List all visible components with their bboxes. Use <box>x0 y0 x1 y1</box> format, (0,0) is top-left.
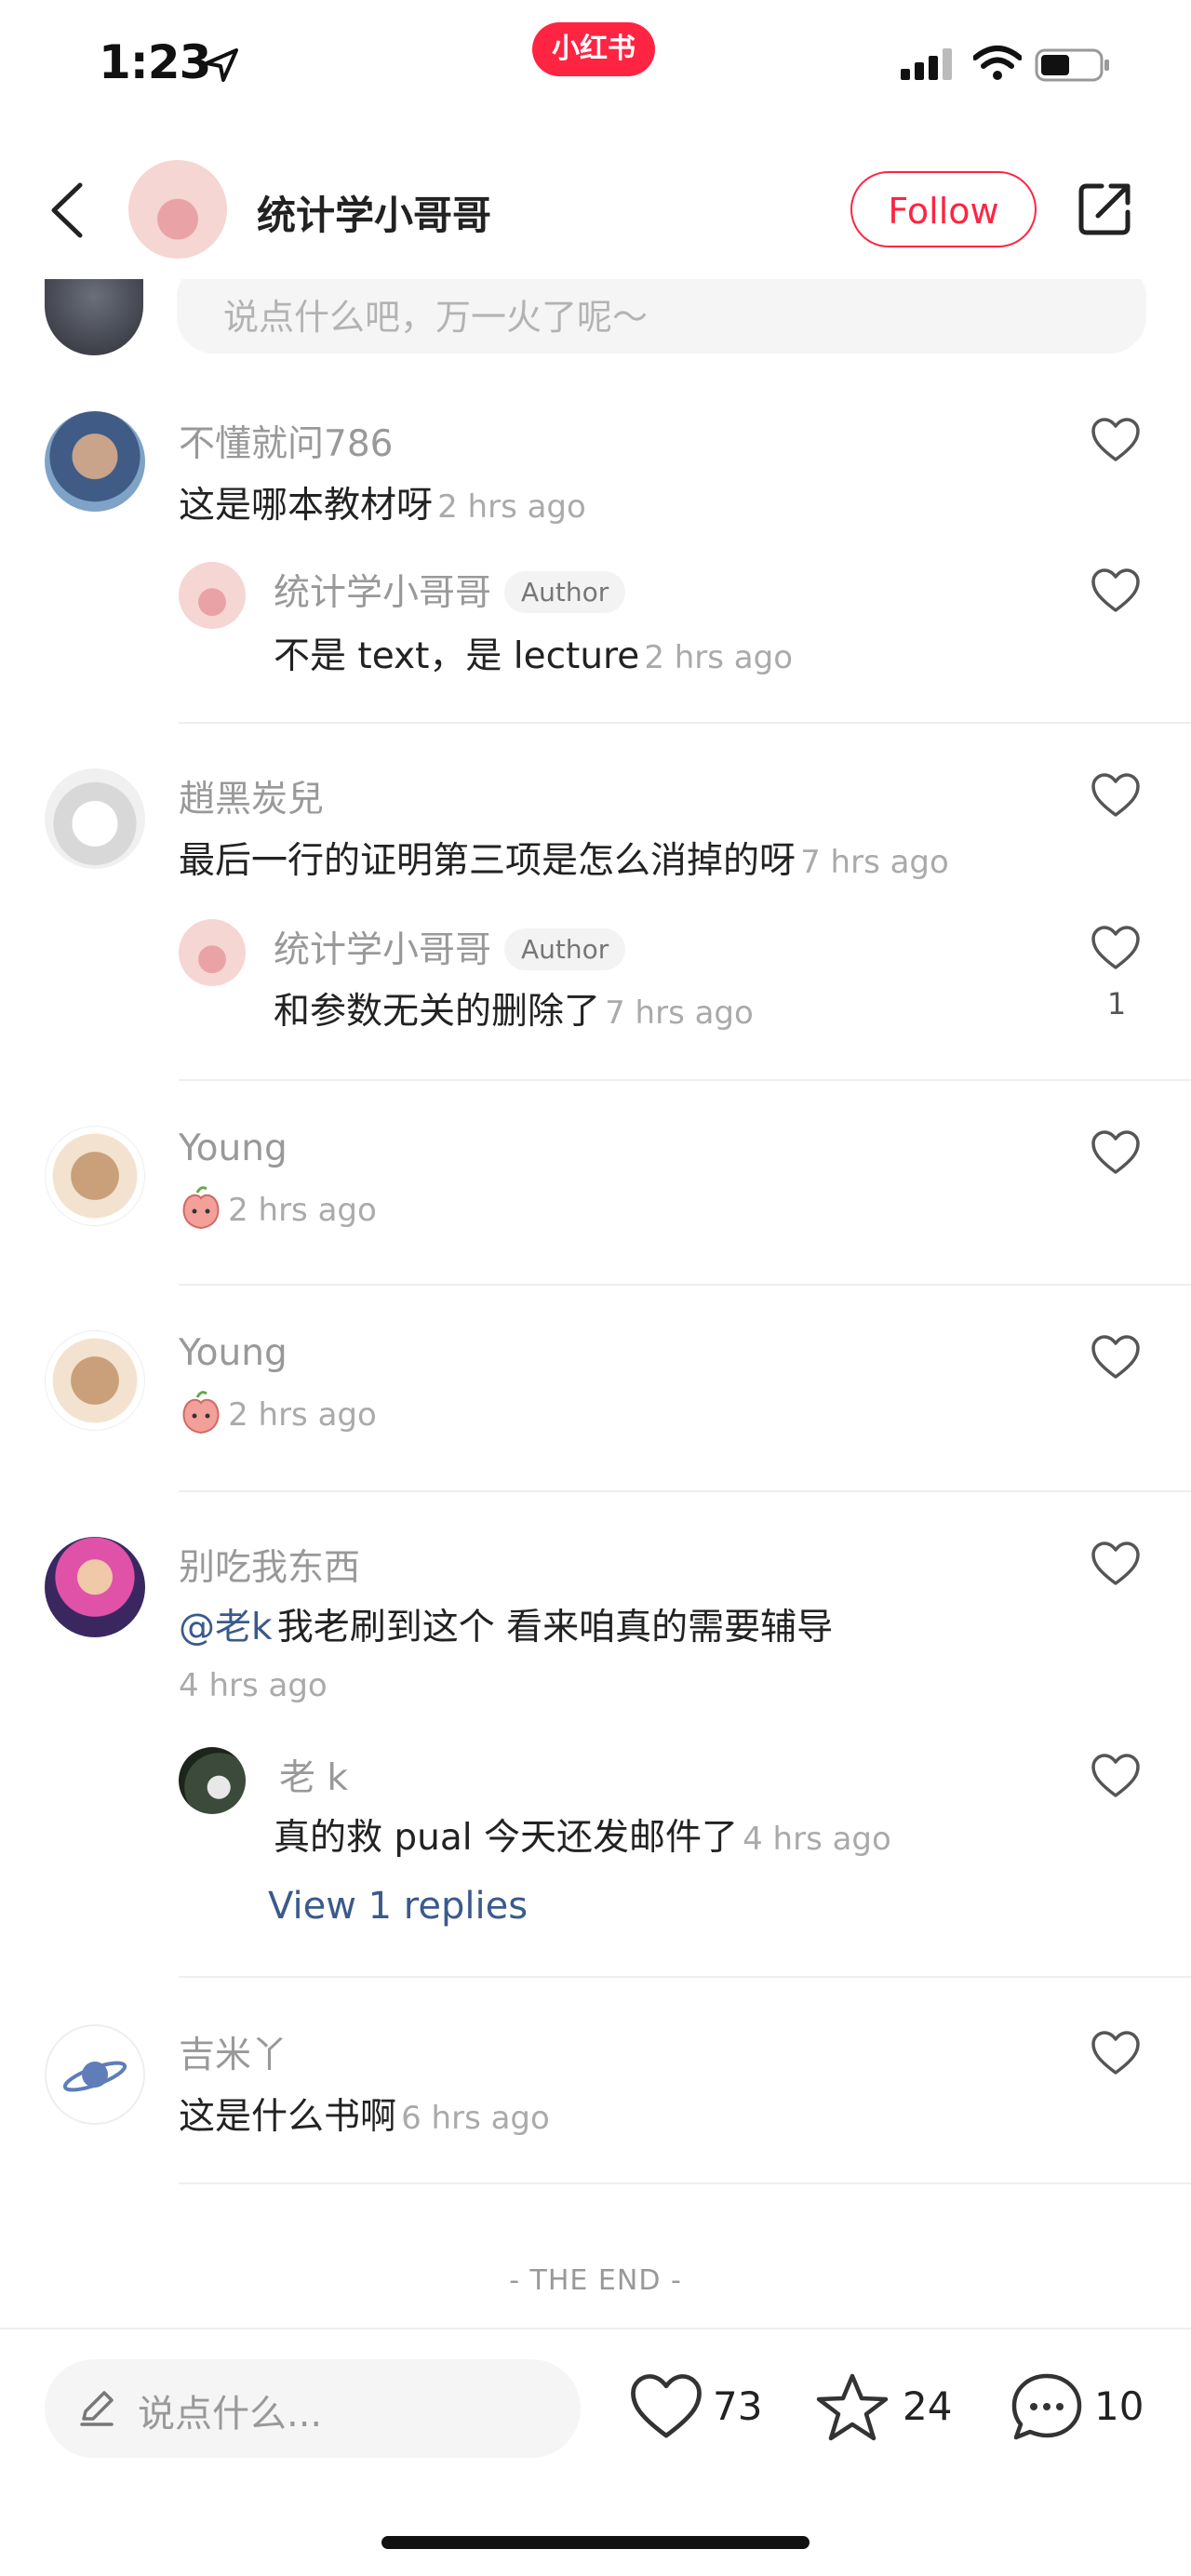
comment-body[interactable]: @老k 我老刷到这个 看来咱真的需要辅导 <box>179 1598 833 1650</box>
reply-time: 7 hrs ago <box>605 994 754 1032</box>
divider <box>179 1490 1191 1492</box>
comment-username[interactable]: Young <box>179 1332 288 1374</box>
location-arrow-icon <box>205 48 238 82</box>
heart-icon[interactable] <box>1091 567 1141 614</box>
divider <box>179 1976 1191 1978</box>
comment-body[interactable]: 这是哪本教材呀 2 hrs ago <box>179 476 586 528</box>
like-heart-icon[interactable] <box>629 2372 703 2441</box>
reply-body[interactable]: 不是 text，是 lecture 2 hrs ago <box>274 627 793 679</box>
comment-time: 2 hrs ago <box>228 1396 377 1434</box>
reply-header: 统计学小哥哥 Author <box>274 564 626 616</box>
divider <box>179 2182 1191 2184</box>
comment-bubble-icon[interactable] <box>1010 2372 1083 2443</box>
view-replies-link[interactable]: View 1 replies <box>268 1885 528 1928</box>
battery-icon <box>1035 48 1109 82</box>
bottom-input-placeholder[interactable]: 说点什么... <box>138 2383 322 2437</box>
comment-time: 6 hrs ago <box>401 2100 550 2137</box>
collect-star-icon[interactable] <box>815 2372 890 2443</box>
commenter-avatar[interactable] <box>45 2024 145 2125</box>
comment-username[interactable]: 别吃我东西 <box>179 1539 360 1591</box>
reply-text: 不是 text，是 lecture <box>274 635 640 677</box>
commenter-avatar[interactable] <box>45 1330 145 1431</box>
comment-time: 7 hrs ago <box>800 844 949 881</box>
comment-body[interactable]: 这是什么书啊 6 hrs ago <box>179 2088 550 2140</box>
reply-text: 和参数无关的删除了 <box>274 991 601 1033</box>
mention-link[interactable]: @老k <box>179 1607 273 1648</box>
reply-username[interactable]: 统计学小哥哥 <box>274 929 491 971</box>
divider <box>179 1284 1191 1286</box>
comment-username[interactable]: Young <box>179 1128 288 1169</box>
back-chevron-icon[interactable] <box>48 181 86 239</box>
comment-username[interactable]: 吉米丫 <box>179 2026 288 2078</box>
author-tag: Author <box>504 928 626 970</box>
bottom-divider <box>0 2328 1191 2329</box>
comment-input[interactable]: 说点什么吧，万一火了呢～ <box>177 279 1146 354</box>
author-avatar[interactable] <box>128 160 227 259</box>
heart-icon[interactable] <box>1091 2030 1141 2076</box>
reply-username[interactable]: 老 k <box>279 1749 348 1801</box>
reply-avatar[interactable] <box>179 919 246 986</box>
like-count: 73 <box>713 2383 763 2429</box>
comment-body[interactable]: 最后一行的证明第三项是怎么消掉的呀 7 hrs ago <box>179 832 949 884</box>
reply-text: 真的救 pual 今天还发邮件了 <box>274 1817 739 1859</box>
reply-header: 统计学小哥哥 Author <box>274 921 626 973</box>
reply-body[interactable]: 和参数无关的删除了 7 hrs ago <box>274 982 754 1034</box>
like-count: 1 <box>1106 986 1127 1021</box>
commenter-avatar[interactable] <box>45 768 145 869</box>
comment-text: 最后一行的证明第三项是怎么消掉的呀 <box>179 840 796 882</box>
commenter-avatar[interactable] <box>45 1537 145 1637</box>
comment-username[interactable]: 不懂就问786 <box>179 415 393 467</box>
app-logo: 小红书 <box>532 22 655 76</box>
comment-text: 这是什么书啊 <box>179 2096 397 2138</box>
commenter-avatar[interactable] <box>45 1126 145 1226</box>
comment-username[interactable]: 趙黑炭兒 <box>179 770 324 822</box>
share-icon[interactable] <box>1076 180 1133 238</box>
comment-body[interactable]: 2 hrs ago <box>179 1390 377 1436</box>
reply-time: 4 hrs ago <box>743 1821 891 1858</box>
heart-icon[interactable] <box>1091 1541 1141 1587</box>
cellular-signal-icon <box>901 48 952 80</box>
planet-icon <box>62 2061 127 2092</box>
reply-time: 2 hrs ago <box>644 639 794 676</box>
reply-username[interactable]: 统计学小哥哥 <box>274 572 491 614</box>
comment-time: 2 hrs ago <box>228 1192 377 1229</box>
heart-icon[interactable] <box>1091 772 1141 819</box>
end-marker: - THE END - <box>509 2264 682 2297</box>
collect-count: 24 <box>903 2383 953 2429</box>
heart-icon[interactable] <box>1091 1334 1141 1381</box>
author-tag: Author <box>504 571 626 613</box>
divider <box>179 722 1191 724</box>
comment-text: 这是哪本教材呀 <box>179 485 434 527</box>
comment-body[interactable]: 2 hrs ago <box>179 1185 377 1232</box>
pencil-icon <box>80 2391 114 2426</box>
divider <box>179 1079 1191 1081</box>
heart-icon[interactable] <box>1091 1129 1141 1176</box>
comment-time: 2 hrs ago <box>437 488 586 526</box>
comment-time: 4 hrs ago <box>179 1667 328 1704</box>
status-time: 1:23 <box>99 35 211 89</box>
wifi-icon <box>973 46 1022 80</box>
peach-sticker-icon <box>182 1391 220 1435</box>
follow-button[interactable]: Follow <box>850 171 1037 247</box>
reply-avatar[interactable] <box>179 562 246 629</box>
heart-icon[interactable] <box>1091 925 1141 971</box>
reply-avatar[interactable] <box>179 1747 246 1814</box>
comment-text: 我老刷到这个 看来咱真的需要辅导 <box>276 1607 834 1648</box>
home-indicator[interactable] <box>381 2536 810 2549</box>
reply-body[interactable]: 真的救 pual 今天还发邮件了 4 hrs ago <box>274 1809 891 1861</box>
heart-icon[interactable] <box>1091 417 1141 463</box>
peach-sticker-icon <box>182 1186 220 1230</box>
heart-icon[interactable] <box>1091 1753 1141 1799</box>
comment-count: 10 <box>1094 2383 1144 2429</box>
author-name[interactable]: 统计学小哥哥 <box>257 184 491 241</box>
my-avatar <box>45 279 143 355</box>
comment-input-row: 说点什么吧，万一火了呢～ <box>0 279 1191 368</box>
commenter-avatar[interactable] <box>45 411 145 512</box>
